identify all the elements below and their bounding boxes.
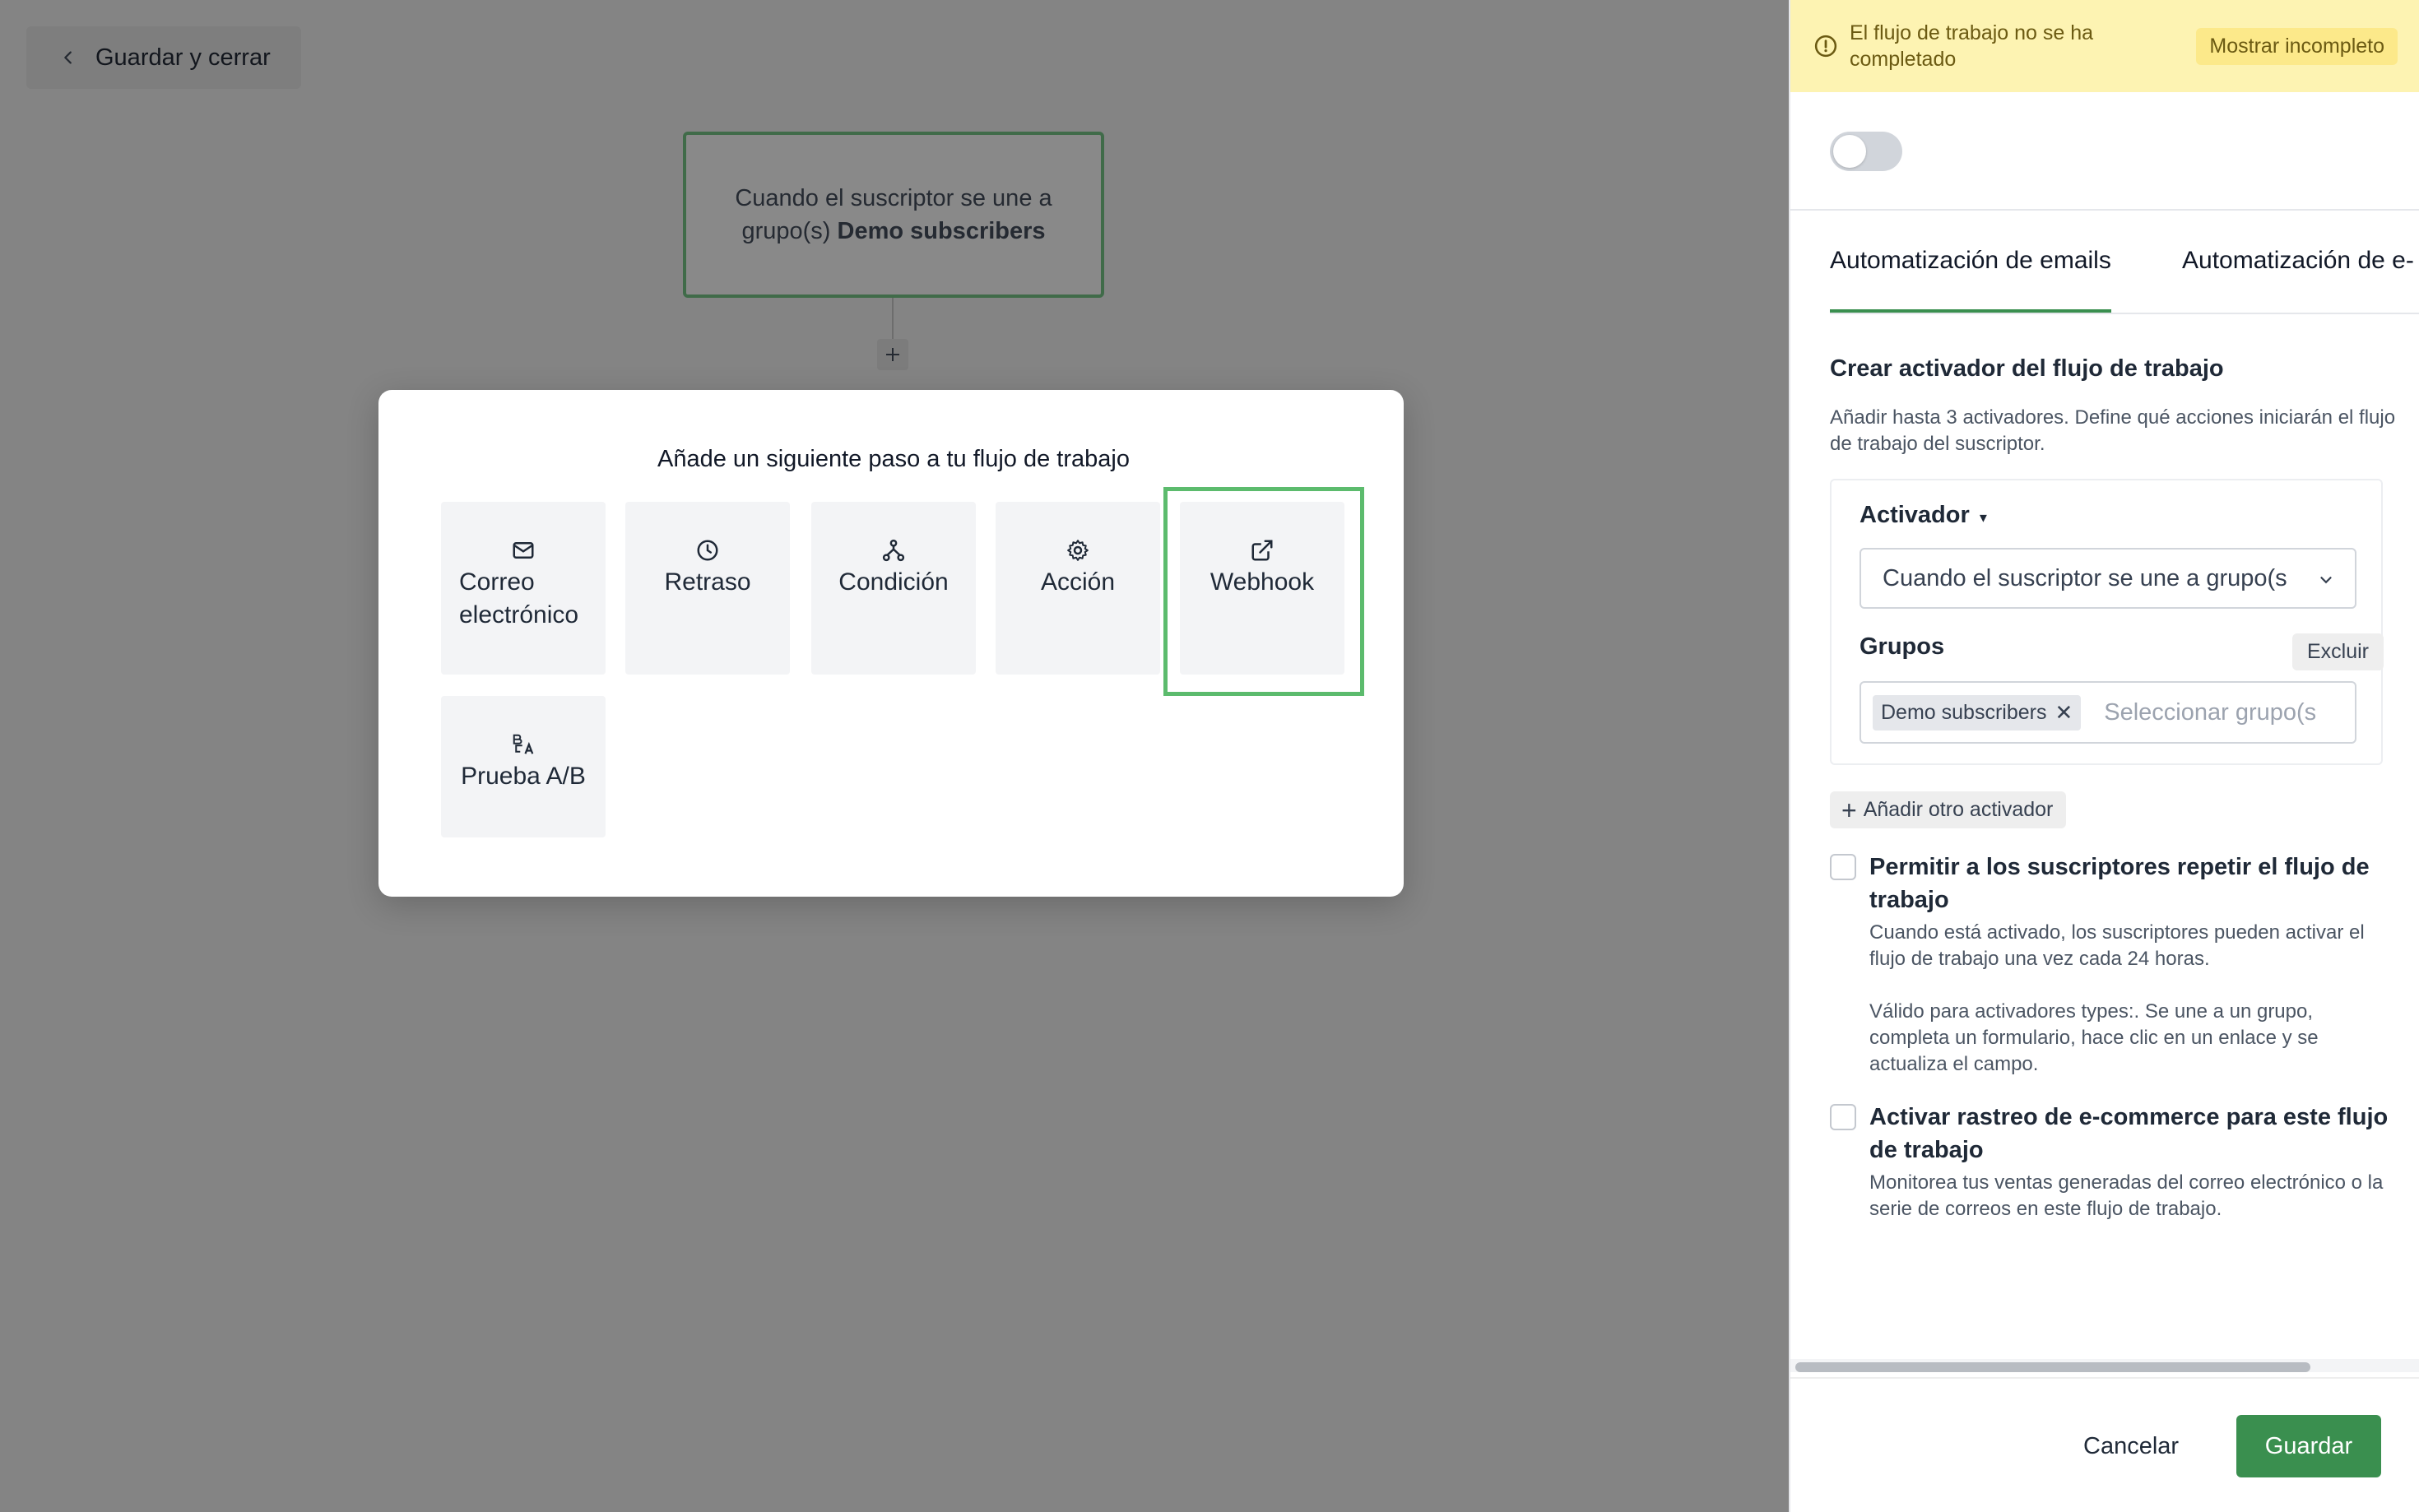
clock-icon <box>697 540 718 561</box>
step-delay[interactable]: Retraso <box>625 502 790 675</box>
repeat-workflow-title: Permitir a los suscriptores repetir el f… <box>1869 854 2370 913</box>
tab-email-automation[interactable]: Automatización de emails <box>1830 247 2111 313</box>
divider <box>1790 209 2419 211</box>
incomplete-warning: El flujo de trabajo no se ha completado … <box>1790 0 2419 92</box>
trigger-select[interactable]: Cuando el suscriptor se une a grupo(s <box>1860 548 2356 609</box>
workflow-settings-panel: El flujo de trabajo no se ha completado … <box>1789 0 2419 1512</box>
step-email-label: Correo electrónico <box>459 568 579 628</box>
step-email[interactable]: Correo electrónico <box>441 502 606 675</box>
ab-test-icon <box>513 734 534 754</box>
caret-down-icon: ▾ <box>1979 509 1987 526</box>
webhook-highlight <box>1163 487 1364 696</box>
trigger-select-value: Cuando el suscriptor se une a grupo(s <box>1883 564 2287 591</box>
warning-circle-icon <box>1814 35 1837 58</box>
warning-text: El flujo de trabajo no se ha completado <box>1850 21 2094 71</box>
step-action-label: Acción <box>1040 568 1116 596</box>
add-trigger-label: Añadir otro activador <box>1863 798 2054 821</box>
ecommerce-tracking-desc: Monitorea tus ventas generadas del corre… <box>1869 1171 2384 1220</box>
chevron-down-icon <box>2317 571 2335 589</box>
gear-icon <box>1067 540 1089 561</box>
tab-ecommerce-automation[interactable]: Automatización de e- <box>2182 247 2414 275</box>
scrollbar-thumb[interactable] <box>1795 1362 2310 1372</box>
repeat-workflow-note: Válido para activadores types:. Se une a… <box>1869 1000 2319 1075</box>
trigger-config-box: Activador ▾ Cuando el suscriptor se une … <box>1830 479 2384 765</box>
branch-icon <box>882 539 905 562</box>
step-action[interactable]: Acción <box>996 502 1160 675</box>
modal-title: Añade un siguiente paso a tu flujo de tr… <box>657 446 1130 472</box>
workflow-active-toggle[interactable] <box>1830 132 1902 171</box>
automation-tabs: Automatización de emails Automatización … <box>1830 247 2419 314</box>
trigger-label-text: Activador <box>1860 502 1970 528</box>
exclude-button[interactable]: Excluir <box>2292 633 2384 670</box>
ecommerce-tracking-title: Activar rastreo de e-commerce para este … <box>1869 1104 2389 1163</box>
groups-input[interactable]: Demo subscribers ✕ Seleccionar grupo(s <box>1860 681 2356 744</box>
plus-icon: + <box>1841 795 1857 825</box>
groups-placeholder: Seleccionar grupo(s <box>2104 698 2317 726</box>
cancel-button[interactable]: Cancelar <box>2083 1417 2179 1477</box>
footer-divider <box>1790 1377 2419 1379</box>
section-description: Añadir hasta 3 activadores. Define qué a… <box>1830 406 2396 455</box>
add-trigger-button[interactable]: + Añadir otro activador <box>1830 791 2067 828</box>
step-ab-test-label: Prueba A/B <box>461 763 586 790</box>
ecommerce-tracking-checkbox[interactable] <box>1830 1104 1856 1130</box>
section-title: Crear activador del flujo de trabajo <box>1830 355 2224 382</box>
step-condition-label: Condición <box>838 568 949 596</box>
step-condition[interactable]: Condición <box>811 502 976 675</box>
step-ab-test[interactable]: Prueba A/B <box>441 696 606 837</box>
repeat-workflow-desc: Cuando está activado, los suscriptores p… <box>1869 921 2365 970</box>
group-chip-label: Demo subscribers <box>1881 700 2047 724</box>
group-chip: Demo subscribers ✕ <box>1873 694 2082 730</box>
step-delay-label: Retraso <box>664 568 751 596</box>
repeat-workflow-checkbox[interactable] <box>1830 854 1856 880</box>
remove-chip-icon[interactable]: ✕ <box>2055 700 2073 726</box>
save-button[interactable]: Guardar <box>2236 1415 2381 1477</box>
mail-icon <box>513 542 534 559</box>
trigger-label: Activador ▾ <box>1860 502 1987 529</box>
show-incomplete-button[interactable]: Mostrar incompleto <box>2196 27 2398 65</box>
groups-label: Grupos <box>1860 633 1945 660</box>
